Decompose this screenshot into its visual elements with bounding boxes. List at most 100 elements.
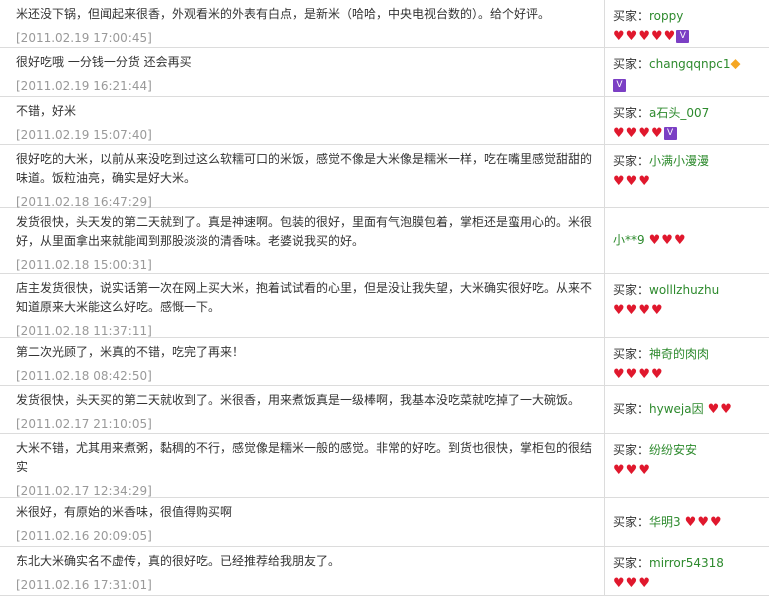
vip-icon: V — [676, 30, 690, 43]
buyer-label: 买家： — [613, 556, 650, 570]
diamond-credit-icon: ◆ — [730, 56, 741, 72]
buyer-name-link[interactable]: roppy — [649, 9, 683, 23]
review-row: 发货很快，头天买的第二天就收到了。米很香，用来煮饭真是一级棒啊，我基本没吃菜就吃… — [0, 386, 769, 434]
review-content: 不错，好米 [2011.02.19 15:07:40] — [16, 102, 601, 144]
credit-heart-icon: ♥ — [625, 29, 638, 44]
review-content: 店主发货很快，说实话第一次在网上买大米，抱着试试看的心里，但是没让我失望，大米确… — [16, 279, 601, 340]
buyer-credit-badges: ♥♥♥♥ — [613, 301, 763, 319]
buyer-label: 买家： — [613, 402, 650, 416]
buyer-name-link[interactable]: a石头_007 — [649, 106, 709, 120]
buyer-credit-badges: ♥♥♥ — [613, 172, 763, 190]
review-comment: 不错，好米 — [16, 104, 77, 118]
review-content: 米很好，有原始的米香味，很值得购买啊 [2011.02.16 20:09:05] — [16, 503, 601, 545]
buyer-label: 买家： — [613, 106, 650, 120]
credit-heart-icon: ♥ — [625, 367, 638, 382]
review-comment: 发货很快，头天发的第二天就到了。真是神速啊。包装的很好，里面有气泡膜包着，掌柜还… — [16, 215, 593, 248]
review-content: 第二次光顾了，米真的不错，吃完了再来！ [2011.02.18 08:42:50] — [16, 343, 601, 385]
credit-heart-icon: ♥ — [661, 233, 673, 248]
buyer-name-link[interactable]: 神奇的肉肉 — [649, 347, 709, 361]
column-divider — [604, 434, 605, 497]
vip-icon: V — [613, 78, 626, 92]
credit-heart-icon: ♥ — [638, 463, 650, 478]
credit-heart-icon: ♥ — [673, 233, 686, 248]
buyer-credit-badges: V — [613, 76, 763, 94]
credit-heart-icon: ♥ — [638, 303, 650, 318]
credit-heart-icon: ♥ — [707, 402, 720, 417]
review-comment: 大米不错，尤其用来煮粥，黏稠的不行，感觉像是糯米一般的感觉。非常的好吃。到货也很… — [16, 441, 593, 474]
buyer-credit-badges: ♥♥♥ — [685, 513, 723, 531]
credit-heart-icon: ♥ — [697, 514, 709, 530]
review-content: 大米不错，尤其用来煮粥，黏稠的不行，感觉像是糯米一般的感觉。非常的好吃。到货也很… — [16, 439, 601, 500]
buyer-info: 买家：a石头_007 ♥♥♥♥ V — [613, 104, 763, 142]
review-date: [2011.02.19 17:00:45] — [16, 31, 152, 45]
buyer-name-link[interactable]: 小**9 — [613, 233, 645, 247]
credit-heart-icon: ♥ — [625, 576, 638, 591]
credit-heart-icon: ♥ — [650, 303, 663, 318]
credit-heart-icon: ♥ — [650, 29, 663, 44]
credit-heart-icon: ♥ — [613, 174, 625, 189]
review-comment: 发货很快，头天买的第二天就收到了。米很香，用来煮饭真是一级棒啊，我基本没吃菜就吃… — [16, 393, 581, 407]
review-comment: 米还没下锅，但闻起来很香，外观看米的外表有白点，是新米（哈哈，中央电视台数的）。… — [16, 7, 551, 21]
review-content: 东北大米确实名不虚传，真的很好吃。已经推荐给我朋友了。 [2011.02.16 1… — [16, 552, 601, 594]
buyer-credit-badges: ♥♥♥ — [613, 574, 763, 592]
buyer-credit-badges: ♥♥♥ — [649, 231, 687, 249]
buyer-name-link[interactable]: wolllzhuzhu — [649, 283, 719, 297]
credit-heart-icon: ♥ — [613, 367, 625, 382]
buyer-name-link[interactable]: 华明3 — [649, 515, 681, 529]
credit-heart-icon: ♥ — [625, 463, 638, 478]
review-row: 米还没下锅，但闻起来很香，外观看米的外表有白点，是新米（哈哈，中央电视台数的）。… — [0, 0, 769, 48]
buyer-label: 买家： — [613, 347, 650, 361]
credit-heart-icon: ♥ — [625, 174, 638, 189]
buyer-info: 买家：神奇的肉肉 ♥♥♥♥ — [613, 345, 763, 383]
column-divider — [604, 0, 605, 47]
credit-heart-icon: ♥ — [613, 303, 625, 318]
review-content: 很好吃的大米，以前从来没吃到过这么软糯可口的米饭，感觉不像是大米像是糯米一样，吃… — [16, 150, 601, 211]
buyer-name-link[interactable]: mirror54318 — [649, 556, 724, 570]
credit-heart-icon: ♥ — [613, 576, 625, 591]
credit-heart-icon: ♥ — [625, 303, 638, 318]
credit-heart-icon: ♥ — [648, 233, 661, 248]
vip-icon: V — [663, 127, 677, 140]
buyer-name-link[interactable]: 小满小漫漫 — [649, 154, 709, 168]
credit-heart-icon: ♥ — [638, 126, 650, 141]
review-row: 米很好，有原始的米香味，很值得购买啊 [2011.02.16 20:09:05] 买… — [0, 498, 769, 547]
buyer-info: 买家：纷纷安安 ♥♥♥ — [613, 441, 763, 479]
review-row: 不错，好米 [2011.02.19 15:07:40] 买家：a石头_007 ♥♥♥♥… — [0, 97, 769, 145]
review-row: 店主发货很快，说实话第一次在网上买大米，抱着试试看的心里，但是没让我失望，大米确… — [0, 274, 769, 338]
review-date: [2011.02.18 08:42:50] — [16, 369, 152, 383]
review-row: 很好吃哦 一分钱一分货 还会再买 [2011.02.19 16:21:44] 买家：… — [0, 48, 769, 97]
review-comment: 第二次光顾了，米真的不错，吃完了再来！ — [16, 345, 245, 359]
review-content: 发货很快，头天买的第二天就收到了。米很香，用来煮饭真是一级棒啊，我基本没吃菜就吃… — [16, 391, 601, 433]
credit-heart-icon: ♥ — [613, 29, 625, 44]
buyer-credit-badges: ♥♥ — [708, 400, 733, 418]
buyer-credit-badges: ♥♥♥♥ V — [613, 124, 763, 142]
buyer-info: 买家：小满小漫漫 ♥♥♥ — [613, 152, 763, 190]
buyer-credit-badges: ♥♥♥ — [613, 461, 763, 479]
column-divider — [604, 274, 605, 337]
buyer-label: 买家： — [613, 443, 650, 457]
buyer-label: 买家： — [613, 57, 650, 71]
buyer-label: 买家： — [613, 283, 650, 297]
buyer-info: 买家：mirror54318 ♥♥♥ — [613, 554, 763, 592]
review-row: 东北大米确实名不虚传，真的很好吃。已经推荐给我朋友了。 [2011.02.16 1… — [0, 547, 769, 596]
review-comment: 东北大米确实名不虚传，真的很好吃。已经推荐给我朋友了。 — [16, 554, 341, 568]
buyer-info: 买家：华明3 ♥♥♥ — [613, 513, 763, 531]
column-divider — [604, 547, 605, 595]
review-row: 很好吃的大米，以前从来没吃到过这么软糯可口的米饭，感觉不像是大米像是糯米一样，吃… — [0, 145, 769, 211]
buyer-label: 买家： — [613, 514, 650, 529]
review-date: [2011.02.19 15:07:40] — [16, 128, 152, 142]
credit-heart-icon: ♥ — [638, 29, 650, 44]
buyer-name-link[interactable]: 纷纷安安 — [649, 443, 697, 457]
buyer-info: 小**9 ♥♥♥ — [613, 231, 763, 249]
credit-heart-icon: ♥ — [720, 402, 732, 417]
buyer-name-link[interactable]: changqqnpc1 — [649, 57, 730, 71]
review-list: 米还没下锅，但闻起来很香，外观看米的外表有白点，是新米（哈哈，中央电视台数的）。… — [0, 0, 769, 596]
column-divider — [604, 145, 605, 207]
buyer-name-link[interactable]: hyweja因 — [649, 402, 704, 416]
credit-heart-icon: ♥ — [663, 29, 676, 44]
buyer-label: 买家： — [613, 9, 650, 23]
credit-heart-icon: ♥ — [625, 126, 638, 141]
buyer-credit-badges: ♥♥♥♥♥ V — [613, 27, 763, 45]
credit-heart-icon: ♥ — [613, 126, 625, 141]
review-content: 很好吃哦 一分钱一分货 还会再买 [2011.02.19 16:21:44] — [16, 53, 601, 95]
